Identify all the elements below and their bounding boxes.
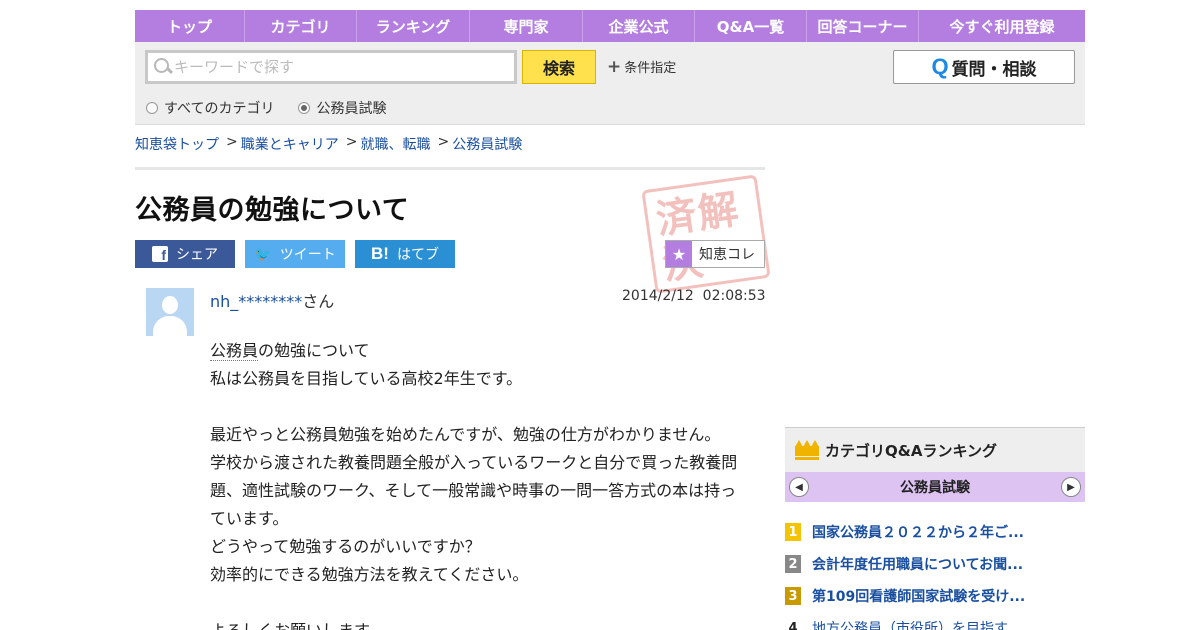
body-line: 学校から渡された教養問題全般が入っているワークと自分で買った教養問題、適性試験の…	[210, 453, 738, 528]
body-line: どうやって勉強するのがいいですか？	[210, 537, 481, 556]
resolved-stamp: 済解決	[641, 174, 771, 294]
ask-label: 質問・相談	[951, 59, 1037, 80]
scope-all-label: すべてのカテゴリ	[164, 101, 275, 117]
avatar-head-icon	[162, 296, 178, 314]
breadcrumb-separator: >	[226, 134, 238, 150]
search-icon	[152, 56, 174, 78]
hatena-label: はてブ	[396, 247, 439, 263]
radio-on-icon	[298, 102, 311, 114]
user-name-link[interactable]: nh_********	[210, 292, 302, 311]
body-line: よろしくお願いします。	[210, 617, 750, 630]
body-keyword-link[interactable]: 公務員	[210, 341, 259, 361]
question-q-icon: Q	[931, 54, 949, 79]
breadcrumb-item[interactable]: 就職、転職	[360, 134, 430, 154]
nav-category[interactable]: カテゴリ	[245, 10, 357, 42]
body-line: 公務員の勉強について	[210, 337, 750, 365]
rank-badge: 4	[788, 620, 798, 630]
condition-link[interactable]: + 条件指定	[607, 57, 676, 76]
scope-all-radio[interactable]: すべてのカテゴリ	[146, 98, 274, 118]
nav-qa-list[interactable]: Q&A一覧	[695, 10, 807, 42]
body-line: 効率的にできる勉強方法を教えてください。	[210, 565, 529, 584]
body-line	[210, 393, 750, 421]
rank-badge: 2	[785, 555, 801, 573]
ranking-item-link[interactable]: 国家公務員２０２２から２年ご...	[812, 522, 1024, 542]
nav-official[interactable]: 企業公式	[583, 10, 695, 42]
search-box	[145, 50, 517, 84]
body-line-text: の勉強について	[258, 341, 370, 360]
scope-current-radio[interactable]: 公務員試験	[298, 98, 386, 118]
ranking-category: 公務員試験	[900, 480, 970, 496]
breadcrumb-item[interactable]: 知恵袋トップ	[135, 134, 219, 154]
search-scope: すべてのカテゴリ 公務員試験	[146, 98, 410, 118]
ranking-item[interactable]: 2 会計年度任用職員についてお聞...	[785, 548, 1085, 580]
ranking-item-link[interactable]: 地方公務員（市役所）を目指す...	[812, 618, 1021, 630]
question-body: 公務員の勉強について 私は公務員を目指している高校2年生です。 最近やっと公務員…	[210, 337, 750, 630]
ranking-title: カテゴリQ&Aランキング	[825, 441, 997, 460]
avatar[interactable]	[146, 288, 194, 336]
ranking-category-bar: ◀ 公務員試験 ▶	[785, 472, 1085, 502]
category-ranking: カテゴリQ&Aランキング ◀ 公務員試験 ▶ 1 国家公務員２０２２から２年ご.…	[785, 427, 1085, 630]
page-title: 公務員の勉強について	[135, 195, 410, 226]
global-nav: トップ カテゴリ ランキング 専門家 企業公式 Q&A一覧 回答コーナー 今すぐ…	[135, 10, 1085, 42]
ranking-item-link[interactable]: 会計年度任用職員についてお聞...	[812, 554, 1023, 574]
breadcrumb: 知恵袋トップ > 職業とキャリア > 就職、転職 > 公務員試験	[135, 134, 522, 154]
chiekore-button[interactable]: ★ 知恵コレ	[665, 240, 765, 268]
body-line	[210, 589, 750, 617]
question-user: nh_********さん	[210, 288, 334, 312]
chevron-right-icon[interactable]: ▶	[1061, 477, 1081, 497]
nav-register[interactable]: 今すぐ利用登録	[919, 10, 1085, 42]
hatena-b-icon: B!	[371, 244, 389, 263]
ranking-item[interactable]: 4 地方公務員（市役所）を目指す...	[785, 612, 1085, 630]
radio-off-icon	[146, 102, 158, 114]
rank-badge: 1	[785, 523, 801, 541]
ask-question-button[interactable]: Q 質問・相談	[893, 50, 1075, 84]
body-line: 私は公務員を目指している高校2年生です。	[210, 369, 523, 388]
facebook-icon: f	[152, 246, 168, 262]
star-icon: ★	[666, 241, 692, 267]
user-suffix: さん	[302, 292, 335, 311]
scope-current-label: 公務員試験	[316, 101, 387, 117]
ranking-list: 1 国家公務員２０２２から２年ご... 2 会計年度任用職員についてお聞... …	[785, 516, 1085, 630]
hatena-bookmark-button[interactable]: B! はてブ	[355, 240, 455, 268]
plus-icon: +	[607, 56, 622, 77]
breadcrumb-item[interactable]: 職業とキャリア	[241, 134, 339, 154]
body-line: 最近やっと公務員勉強を始めたんですが、勉強の仕方がわかりません。	[210, 425, 721, 444]
condition-label: 条件指定	[624, 61, 677, 76]
twitter-share-button[interactable]: 🐦 ツイート	[245, 240, 345, 268]
breadcrumb-item[interactable]: 公務員試験	[452, 134, 522, 154]
search-area: 検索 + 条件指定 Q 質問・相談 すべてのカテゴリ 公務員試験	[135, 42, 1085, 125]
chiekore-label: 知恵コレ	[699, 247, 755, 263]
crown-icon	[795, 440, 819, 460]
nav-top[interactable]: トップ	[135, 10, 245, 42]
ranking-header: カテゴリQ&Aランキング	[785, 427, 1085, 472]
nav-answer-corner[interactable]: 回答コーナー	[807, 10, 919, 42]
facebook-share-button[interactable]: f シェア	[135, 240, 235, 268]
ranking-item-link[interactable]: 第109回看護師国家試験を受け...	[812, 586, 1025, 606]
rank-badge: 3	[785, 587, 801, 605]
post-date: 2014/2/12 02:08:53	[622, 288, 766, 304]
search-button[interactable]: 検索	[522, 50, 596, 84]
ranking-item[interactable]: 1 国家公務員２０２２から２年ご...	[785, 516, 1085, 548]
nav-ranking[interactable]: ランキング	[357, 10, 470, 42]
chevron-left-icon[interactable]: ◀	[789, 477, 809, 497]
twitter-share-label: ツイート	[279, 247, 336, 263]
search-input[interactable]	[174, 58, 504, 76]
breadcrumb-separator: >	[345, 134, 358, 150]
facebook-share-label: シェア	[176, 247, 218, 263]
nav-expert[interactable]: 専門家	[470, 10, 583, 42]
breadcrumb-separator: >	[437, 134, 450, 150]
twitter-bird-icon: 🐦	[254, 245, 272, 262]
ranking-item[interactable]: 3 第109回看護師国家試験を受け...	[785, 580, 1085, 612]
avatar-body-icon	[153, 316, 187, 336]
divider	[135, 167, 765, 170]
